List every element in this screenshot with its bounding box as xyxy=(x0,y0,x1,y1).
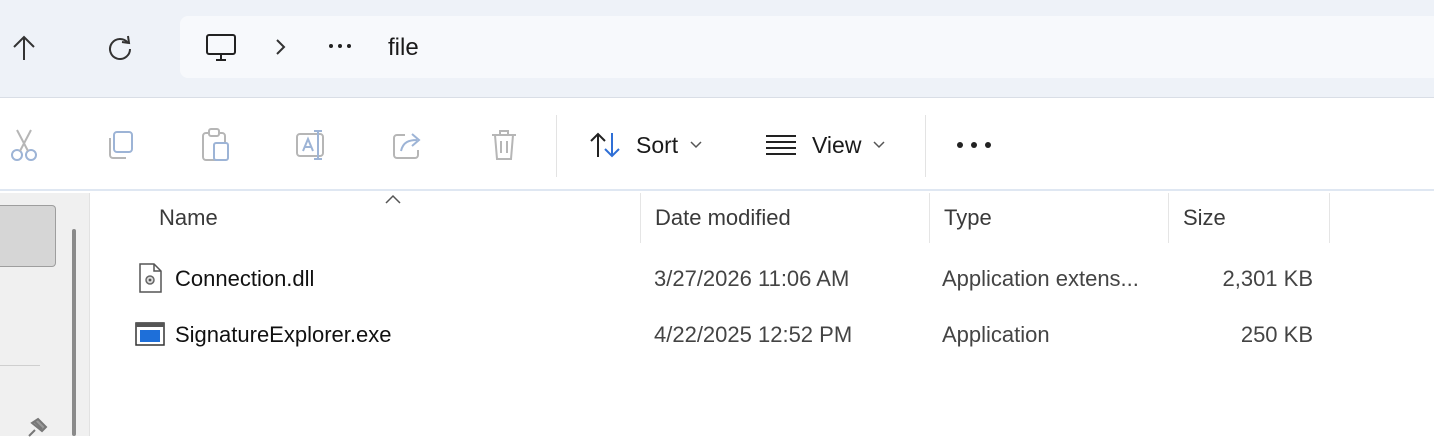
this-pc-icon[interactable] xyxy=(204,32,238,64)
column-header-date[interactable]: Date modified xyxy=(641,193,929,243)
file-list: Name Date modified Type Size Connection.… xyxy=(91,193,1434,436)
ellipsis-icon[interactable] xyxy=(326,38,354,54)
copy-icon xyxy=(109,131,133,159)
table-row[interactable]: SignatureExplorer.exe 4/22/2025 12:52 PM… xyxy=(91,307,1434,363)
sort-icon xyxy=(590,132,620,158)
arrow-up-icon xyxy=(13,35,35,60)
view-list-icon xyxy=(766,135,796,155)
file-type: Application xyxy=(942,322,1050,347)
view-button[interactable]: View xyxy=(764,121,885,169)
nav-scrollbar[interactable] xyxy=(72,229,76,436)
breadcrumb-current-folder[interactable]: file xyxy=(388,34,419,62)
cut-icon xyxy=(11,129,37,161)
command-bar: Sort View xyxy=(0,99,1434,191)
rename-button[interactable] xyxy=(292,125,332,165)
cut-button[interactable] xyxy=(4,125,44,165)
delete-button[interactable] xyxy=(484,125,524,165)
toolbar-separator xyxy=(556,115,557,177)
column-header-size[interactable]: Size xyxy=(1169,193,1329,243)
share-button[interactable] xyxy=(388,125,428,165)
file-date-modified: 3/27/2026 11:06 AM xyxy=(654,266,850,291)
delete-icon xyxy=(492,130,516,160)
chevron-down-icon xyxy=(690,141,702,149)
column-header-type[interactable]: Type xyxy=(930,193,1168,243)
column-header-date-label: Date modified xyxy=(655,205,791,230)
dll-file-icon xyxy=(139,263,162,293)
pin-icon xyxy=(28,417,48,437)
file-type: Application extens... xyxy=(942,266,1139,291)
table-row[interactable]: Connection.dll 3/27/2026 11:06 AM Applic… xyxy=(91,251,1434,307)
column-header-type-label: Type xyxy=(944,205,992,230)
toolbar-separator xyxy=(925,115,926,177)
address-bar-row: file xyxy=(0,0,1434,98)
copy-button[interactable] xyxy=(100,125,140,165)
address-box[interactable]: file xyxy=(180,16,1434,78)
chevron-down-icon xyxy=(873,141,885,149)
chevron-right-icon[interactable] xyxy=(272,36,288,58)
file-size: 250 KB xyxy=(1240,322,1313,347)
file-date-modified: 4/22/2025 12:52 PM xyxy=(654,322,853,347)
nav-item-selected[interactable] xyxy=(0,205,56,267)
sort-label: Sort xyxy=(636,131,679,158)
exe-file-icon xyxy=(135,322,165,346)
see-more-button[interactable] xyxy=(956,121,992,169)
sort-button[interactable]: Sort xyxy=(588,121,702,169)
column-header-name[interactable]: Name xyxy=(145,193,641,243)
column-divider[interactable] xyxy=(1329,193,1330,243)
column-header-size-label: Size xyxy=(1183,205,1226,230)
refresh-button[interactable] xyxy=(96,22,144,74)
share-icon xyxy=(393,133,421,159)
more-options-icon xyxy=(957,142,991,148)
paste-button[interactable] xyxy=(196,125,236,165)
paste-icon xyxy=(202,128,229,161)
file-name: Connection.dll xyxy=(175,266,315,291)
file-name: SignatureExplorer.exe xyxy=(175,322,392,347)
rename-icon xyxy=(296,130,324,160)
column-header-name-label: Name xyxy=(159,205,218,230)
file-size: 2,301 KB xyxy=(1222,266,1313,291)
up-button[interactable] xyxy=(0,22,48,74)
refresh-icon xyxy=(109,35,131,60)
view-label: View xyxy=(812,131,862,158)
navigation-pane xyxy=(0,193,90,437)
nav-divider xyxy=(0,365,40,366)
